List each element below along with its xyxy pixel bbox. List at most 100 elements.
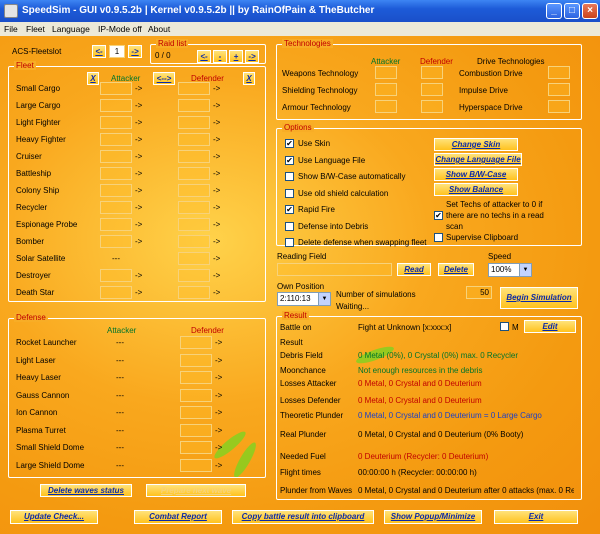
defender-ship-input[interactable] xyxy=(178,218,210,231)
attacker-ship-input[interactable] xyxy=(100,133,132,146)
attacker-ship-input[interactable] xyxy=(100,167,132,180)
attacker-ship-input[interactable] xyxy=(100,269,132,282)
ship-label: Colony Ship xyxy=(16,186,60,195)
swap-fleets-button[interactable]: <--> xyxy=(153,72,175,85)
clear-attacker-fleet-button[interactable]: X xyxy=(87,72,99,85)
chevron-down-icon: ▼ xyxy=(318,293,330,305)
drive-tech-input[interactable] xyxy=(548,66,570,79)
delete-button[interactable]: Delete xyxy=(438,263,474,276)
defender-ship-input[interactable] xyxy=(178,286,210,299)
ship-label: Solar Satellite xyxy=(16,254,66,263)
attacker-ship-input[interactable] xyxy=(100,201,132,214)
exit-button[interactable]: Exit xyxy=(494,510,578,524)
defender-ship-input[interactable] xyxy=(178,201,210,214)
status-text: Waiting... xyxy=(336,302,370,311)
arrow-right-icon: -> xyxy=(135,271,143,280)
close-button[interactable]: × xyxy=(582,3,598,19)
defender-defense-input[interactable] xyxy=(180,423,212,437)
acs-prev-button[interactable]: <- xyxy=(92,45,106,58)
attacker-ship-input[interactable] xyxy=(100,150,132,163)
show-popup-minimize-button[interactable]: Show Popup/Minimize xyxy=(384,510,482,524)
option-checkbox[interactable]: ✔ xyxy=(285,139,294,148)
update-check-button[interactable]: Update Check... xyxy=(10,510,98,524)
raid-next-button[interactable]: -> xyxy=(245,50,259,63)
show-bw-case-button[interactable]: Show B/W-Case xyxy=(434,168,518,181)
menu-about[interactable]: About xyxy=(148,24,170,34)
defender-tech-input[interactable] xyxy=(421,83,443,96)
arrow-right-icon: -> xyxy=(213,118,221,127)
read-button[interactable]: Read xyxy=(397,263,431,276)
defender-ship-input[interactable] xyxy=(178,116,210,129)
simulations-input[interactable]: 50 xyxy=(466,286,492,299)
defender-ship-input[interactable] xyxy=(178,167,210,180)
option-checkbox[interactable]: ✔ xyxy=(285,205,294,214)
defender-ship-input[interactable] xyxy=(178,82,210,95)
attacker-ship-input[interactable] xyxy=(100,286,132,299)
change-language-file-button[interactable]: Change Language File xyxy=(434,153,522,166)
attacker-tech-input[interactable] xyxy=(375,83,397,96)
defender-tech-input[interactable] xyxy=(421,100,443,113)
defender-defense-input[interactable] xyxy=(180,371,212,384)
raid-minus-button[interactable]: - xyxy=(213,50,227,63)
show-balance-button[interactable]: Show Balance xyxy=(434,183,518,196)
combat-report-button[interactable]: Combat Report xyxy=(134,510,222,524)
acs-next-button[interactable]: -> xyxy=(128,45,142,58)
menu-fleet[interactable]: Fleet xyxy=(26,24,45,34)
copy-battle-result-button[interactable]: Copy battle result into clipboard xyxy=(232,510,374,524)
defender-defense-input[interactable] xyxy=(180,458,212,472)
drive-tech-input[interactable] xyxy=(548,100,570,113)
begin-simulation-button[interactable]: Begin Simulation xyxy=(500,287,578,309)
defender-ship-input[interactable] xyxy=(178,150,210,163)
raid-plus-button[interactable]: + xyxy=(229,50,243,63)
option-checkbox[interactable] xyxy=(285,221,294,231)
maximize-button[interactable]: □ xyxy=(564,3,580,19)
defender-ship-input[interactable] xyxy=(178,252,210,265)
attacker-ship-input[interactable] xyxy=(100,235,132,248)
arrow-right-icon: -> xyxy=(213,288,221,297)
attacker-tech-input[interactable] xyxy=(375,66,397,79)
option-checkbox[interactable]: ✔ xyxy=(285,155,294,165)
attacker-ship-input[interactable] xyxy=(100,82,132,95)
attacker-ship-input[interactable] xyxy=(100,99,132,112)
menu-language[interactable]: Language xyxy=(52,24,90,34)
defender-ship-input[interactable] xyxy=(178,269,210,282)
speed-select[interactable]: 100% ▼ xyxy=(488,263,532,277)
clear-defender-fleet-button[interactable]: X xyxy=(243,72,255,85)
defender-defense-input[interactable] xyxy=(180,388,212,402)
defender-ship-input[interactable] xyxy=(178,235,210,248)
defender-defense-input[interactable] xyxy=(180,336,212,349)
result-row-value: 0 Metal, 0 Crystal and 0 Deuterium = 0 L… xyxy=(358,411,542,420)
acs-slot-field[interactable]: 1 xyxy=(109,45,125,58)
option-checkbox[interactable] xyxy=(285,238,294,247)
defender-ship-input[interactable] xyxy=(178,99,210,112)
attacker-tech-input[interactable] xyxy=(375,100,397,113)
edit-button[interactable]: Edit xyxy=(524,320,576,333)
own-position-value: 2:110:13 xyxy=(280,294,311,303)
supervise-clipboard-checkbox[interactable] xyxy=(434,233,443,242)
m-checkbox[interactable] xyxy=(500,322,509,331)
option-checkbox[interactable] xyxy=(285,188,294,198)
menu-ip-mode[interactable]: IP-Mode off xyxy=(98,24,142,34)
defender-defense-input[interactable] xyxy=(180,406,212,419)
prepare-next-wave-button[interactable]: Prepare next wave xyxy=(146,484,246,497)
own-position-select[interactable]: 2:110:13 ▼ xyxy=(277,292,331,306)
attacker-ship-input[interactable] xyxy=(100,116,132,129)
menu-file[interactable]: File xyxy=(4,24,18,34)
defense-label: Small Shield Dome xyxy=(16,443,85,452)
defender-ship-input[interactable] xyxy=(178,133,210,146)
raid-prev-button[interactable]: <- xyxy=(197,50,211,63)
defender-defense-input[interactable] xyxy=(180,441,212,454)
set-techs-checkbox[interactable]: ✔ xyxy=(434,211,443,220)
option-checkbox[interactable] xyxy=(285,172,294,181)
attacker-ship-input[interactable] xyxy=(100,218,132,231)
attacker-ship-input[interactable] xyxy=(100,184,132,197)
defender-defense-input[interactable] xyxy=(180,353,212,367)
reading-field-input[interactable] xyxy=(277,263,392,276)
change-skin-button[interactable]: Change Skin xyxy=(434,138,518,151)
drive-tech-input[interactable] xyxy=(548,83,570,96)
defender-ship-input[interactable] xyxy=(178,184,210,197)
delete-waves-button[interactable]: Delete waves status xyxy=(40,484,132,497)
defender-tech-input[interactable] xyxy=(421,66,443,79)
minimize-button[interactable]: _ xyxy=(546,3,562,19)
defense-label: Gauss Cannon xyxy=(16,390,70,400)
